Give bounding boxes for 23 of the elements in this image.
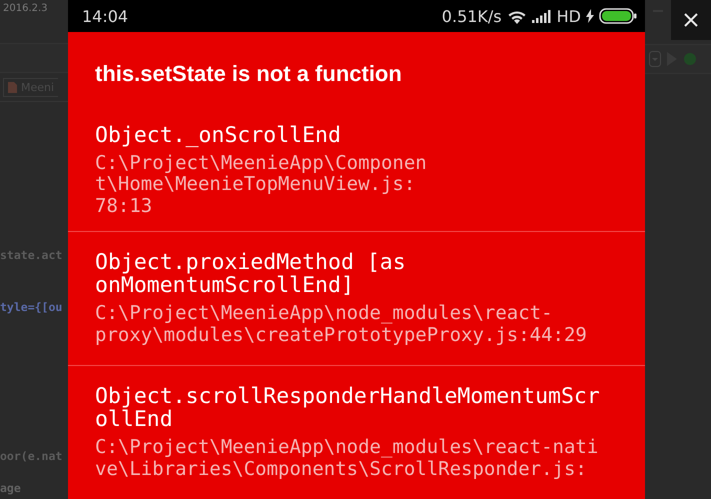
dropdown-icon[interactable]	[649, 51, 661, 67]
stack-frame[interactable]: Object._onScrollEnd C:\Project\MeenieApp\Componen t\Home\MeenieTopMenuView.js: 78:13	[68, 90, 645, 231]
app-title: 2016.2.3	[2, 2, 49, 16]
code-line: tyle={[ou	[0, 300, 64, 314]
signal-icon	[532, 9, 552, 23]
frame-file: C:\Project\MeenieApp\node_modules\react- proxy\modules\createPrototypeProxy.js:44:29	[95, 303, 588, 346]
debug-icon[interactable]	[683, 52, 697, 66]
frame-method: Object.proxiedMethod [as onMomentumScrollEnd]	[95, 251, 407, 297]
battery-icon	[599, 8, 637, 24]
wifi-icon	[506, 8, 527, 24]
code-line: age	[0, 481, 22, 495]
network-speed: 0.51K/s	[442, 6, 502, 26]
frame-file: C:\Project\MeenieApp\Componen t\Home\MeenieTopMenuView.js: 78:13	[95, 152, 428, 217]
close-button[interactable]	[671, 0, 711, 40]
file-icon	[8, 82, 17, 92]
network-type: HD	[556, 6, 581, 26]
frame-file: C:\Project\MeenieApp\node_modules\react-nati ve\Libraries\Components\ScrollResponder.js:	[95, 437, 600, 480]
charging-icon	[586, 9, 594, 23]
status-time: 14:04	[82, 6, 128, 26]
close-icon	[684, 13, 698, 27]
frame-method: Object._onScrollEnd	[95, 124, 342, 146]
frame-method: Object.scrollResponderHandleMomentumScr ollEnd	[95, 385, 601, 431]
error-title: this.setState is not a function	[94, 60, 403, 88]
